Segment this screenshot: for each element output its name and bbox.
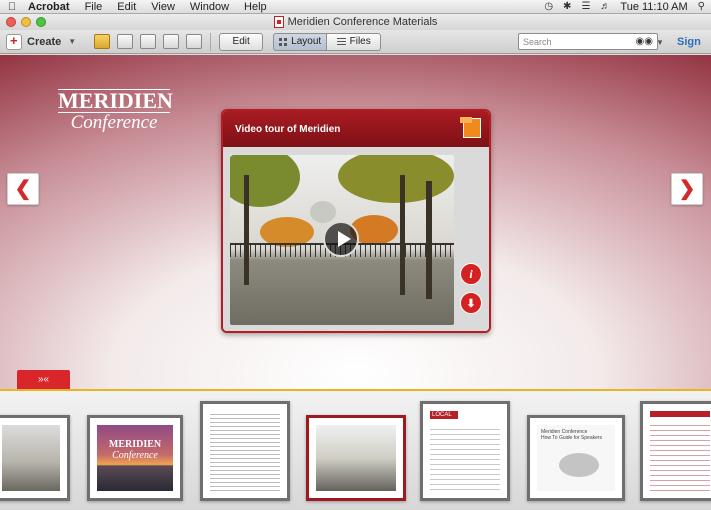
thumbnail-image [650,411,710,491]
close-window-button[interactable] [6,17,16,27]
print-icon[interactable] [163,34,180,49]
save-icon[interactable] [140,34,157,49]
pdf-document-icon [273,16,284,28]
thumbnail-form[interactable]: LOCAL [420,401,510,501]
window-title: Meridien Conference Materials [273,16,438,28]
grid-icon [279,37,288,46]
window-controls [6,17,46,27]
chevron-down-icon: ▼ [68,37,77,46]
menu-acrobat[interactable]: Acrobat [24,1,78,13]
chevron-left-icon: ❮ [14,178,32,200]
meridien-logo: MERIDIEN Conference [58,88,173,133]
info-button[interactable]: i [460,263,482,285]
layout-tab[interactable]: Layout [273,32,328,51]
apple-icon[interactable]:  [0,1,24,13]
list-icon [336,37,346,46]
wifi-icon[interactable]: ☰ [581,1,590,12]
thumbnail-image: LOCAL [430,411,500,491]
zoom-window-button[interactable] [36,17,46,27]
search-placeholder: Search [523,36,552,47]
tree-trunk [244,175,249,285]
menubar:  Acrobat File Edit View Window Help ◷ ✱… [0,0,711,14]
form-lines [430,425,500,491]
toolbar: Create ▼ Edit Layout Files Search ◉◉ ▼ S… [0,30,711,54]
menu-edit[interactable]: Edit [110,1,144,13]
thumbnail-image [2,425,60,491]
files-label: Files [349,36,371,47]
portfolio-stage: MERIDIEN Conference ❮ ❯ Video tour of Me… [0,55,711,390]
binoculars-icon[interactable]: ◉◉ [636,36,653,47]
schedule-header [650,411,710,417]
tree-foliage [230,155,300,207]
minimize-window-button[interactable] [21,17,31,27]
status-area: ◷ ✱ ☰ ♬ Tue 11:10 AM ⚲ [544,1,711,13]
thumbnail-image [316,425,396,491]
window-title-text: Meridien Conference Materials [287,16,438,28]
thumbnail-text-line2: How To Guide for Speakers [541,435,603,441]
layout-label: Layout [291,36,322,47]
thumbnail-image: MERIDIEN Conference [97,425,173,491]
tree-foliage [338,155,454,203]
chevron-right-icon: ❯ [678,178,696,200]
open-folder-icon[interactable] [94,34,111,49]
logo-line2: Conference [70,112,158,133]
clock[interactable]: Tue 11:10 AM [620,1,687,13]
bluetooth-icon[interactable]: ✱ [563,1,571,12]
tree-trunk [400,175,405,295]
search-input[interactable]: Search ◉◉ [518,33,658,50]
toolbar-divider [210,32,212,51]
schedule-table [650,421,710,491]
edit-button[interactable]: Edit [219,32,264,51]
card-body: i ⬇ [223,147,489,331]
thumbnail-speaker-guide[interactable]: Meridien Conference How To Guide for Spe… [527,415,625,501]
next-file-button[interactable]: ❯ [671,173,703,205]
search-options-chevron-icon[interactable]: ▼ [656,38,664,47]
card-title: Video tour of Meridien [235,123,341,135]
previous-file-button[interactable]: ❮ [7,173,39,205]
logo-line1: MERIDIEN [58,88,173,113]
thumbnail-title-line1: MERIDIEN [108,439,162,450]
create-button[interactable]: Create ▼ [6,33,77,50]
time-machine-icon[interactable]: ◷ [544,1,553,12]
email-icon[interactable] [186,34,203,49]
view-mode-segmented-control: Layout Files [273,32,382,51]
volume-icon[interactable]: ♬ [600,1,610,12]
toolbar-icons [94,34,203,49]
water-tower [310,201,336,223]
thumbnail-strip: MERIDIEN Conference LOCAL Meridien Confe… [0,389,711,510]
files-tab[interactable]: Files [327,32,382,51]
video-file-icon [460,117,481,138]
thumbnail-video-still[interactable] [306,415,406,501]
create-pdf-icon [6,33,22,50]
thumbnail-graphic [559,453,599,477]
menu-file[interactable]: File [78,1,111,13]
create-label: Create [27,35,62,48]
thumbnail-title: MERIDIEN Conference [97,439,173,461]
menu-window[interactable]: Window [183,1,237,13]
thumbnail-text: Meridien Conference How To Guide for Spe… [541,429,602,441]
spotlight-icon[interactable]: ⚲ [698,1,705,12]
edit-document-icon[interactable] [117,34,134,49]
thumbnail-bike-photo[interactable] [0,415,70,501]
thumbnail-image: Meridien Conference How To Guide for Spe… [537,425,615,491]
thumbnail-city-cover[interactable]: MERIDIEN Conference [87,415,183,501]
download-button[interactable]: ⬇ [460,292,482,314]
filmstrip-toggle-button[interactable]: »« [17,370,70,389]
file-card[interactable]: Video tour of Meridien i ⬇ [221,109,491,333]
menu-view[interactable]: View [144,1,183,13]
thumbnail-header: LOCAL [430,411,458,419]
tree-trunk [426,181,432,299]
thumbnail-schedule[interactable] [640,401,711,501]
play-button[interactable] [323,221,359,257]
thumbnail-title-line2: Conference [112,450,158,461]
sign-button[interactable]: Sign [677,36,701,48]
thumbnail-image [210,411,280,491]
card-header: Video tour of Meridien [223,111,489,147]
menu-help[interactable]: Help [237,1,275,13]
title-bar: Meridien Conference Materials [0,14,711,30]
video-preview[interactable] [230,155,454,325]
thumbnail-document[interactable] [200,401,290,501]
